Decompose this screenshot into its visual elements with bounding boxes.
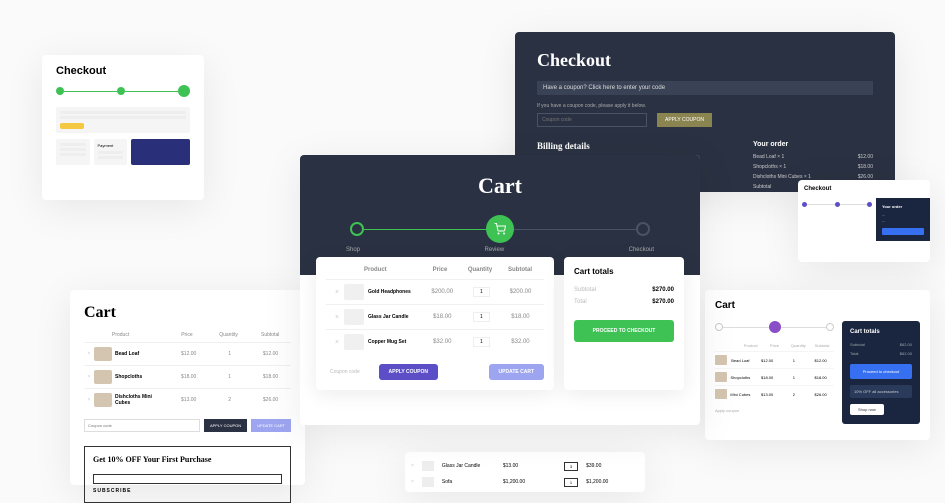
apply-coupon-link[interactable]: Apply coupon: [715, 408, 834, 413]
page-title: Cart: [84, 304, 291, 322]
email-input[interactable]: [93, 474, 282, 484]
product-thumb: [344, 309, 364, 325]
coupon-notice[interactable]: Have a coupon? Click here to enter your …: [537, 81, 873, 95]
remove-icon[interactable]: ×: [84, 351, 94, 357]
cart-light: Cart ProductPriceQuantitySubtotal ×Bead …: [70, 290, 305, 485]
cart-icon: [486, 215, 514, 243]
coupon-input[interactable]: [84, 419, 200, 432]
update-cart-button[interactable]: UPDATE CART: [489, 364, 544, 380]
table-row: ×Glass Jar Candle$13.003$39.00: [411, 458, 639, 474]
shop-now-button[interactable]: Shop now: [850, 404, 884, 415]
cart-totals: Cart totals Subtotal$270.00 Total$270.00…: [564, 257, 684, 390]
remove-icon[interactable]: ×: [84, 397, 94, 403]
apply-coupon-button[interactable]: APPLY COUPON: [204, 419, 247, 432]
cart-table: ProductPriceQuantitySubtotal ×Gold Headp…: [316, 257, 554, 390]
page-title: Checkout: [537, 50, 873, 71]
remove-icon[interactable]: ×: [84, 374, 94, 380]
table-row: ×Gold Headphones$200.001$200.00: [326, 279, 544, 304]
table-row: ×Glass Jar Candle$18.001$18.00: [326, 304, 544, 329]
apply-coupon-button[interactable]: APPLY COUPON: [657, 113, 712, 127]
subscribe-button[interactable]: SUBSCRIBE: [93, 488, 282, 494]
step-indicator: [56, 85, 190, 97]
order-summary-dark: [131, 139, 190, 165]
table-row: Shopcloths$18.001$18.00: [715, 368, 834, 385]
page-title: Cart: [715, 300, 920, 311]
submit-button[interactable]: [60, 123, 84, 129]
cart-compact: Cart ProductPriceQuantitySubtotal Bead L…: [705, 290, 930, 440]
page-title: Checkout: [56, 65, 190, 77]
step-indicator: [715, 321, 834, 333]
checkout-mini-dark: Checkout Your order——: [798, 180, 930, 262]
checkout-button[interactable]: Proceed to checkout: [850, 364, 912, 379]
qty-input[interactable]: 1: [473, 287, 490, 297]
place-order-button[interactable]: [882, 228, 924, 235]
page-title: Cart: [300, 173, 700, 199]
step-indicator: [300, 215, 700, 243]
table-row: ×Sofa$1,200.001$1,200.00: [411, 474, 639, 490]
remove-icon[interactable]: ×: [411, 479, 414, 485]
qty-input[interactable]: 1: [473, 337, 490, 347]
promo-banner: 10% OFF all accessories: [850, 385, 912, 398]
remove-icon[interactable]: ×: [330, 314, 344, 321]
table-row: Bead Loaf$12.001$12.00: [715, 351, 834, 368]
update-cart-button[interactable]: UPDATE CART: [251, 419, 291, 432]
product-thumb: [344, 334, 364, 350]
cart-totals: Cart totals Subtotal$62.00 Total$62.00 P…: [842, 321, 920, 424]
checkout-mini-light: Checkout Payment: [42, 55, 204, 200]
table-row: Mini Cubes$13.002$26.00: [715, 385, 834, 402]
remove-icon[interactable]: ×: [411, 463, 414, 469]
billing-title: Billing details: [537, 141, 733, 151]
coupon-input[interactable]: Coupon code: [326, 369, 373, 375]
apply-coupon-button[interactable]: APPLY COUPON: [379, 364, 438, 380]
checkout-button[interactable]: PROCEED TO CHECKOUT: [574, 320, 674, 342]
coupon-input[interactable]: [537, 113, 647, 127]
promo-box: Get 10% OFF Your First Purchase SUBSCRIB…: [84, 446, 291, 503]
remove-icon[interactable]: ×: [330, 339, 344, 346]
table-row: ×Shopcloths$18.001$18.00: [84, 365, 291, 388]
table-row: ×Copper Mug Set$32.001$32.00: [326, 329, 544, 354]
order-summary: Your order——: [876, 198, 930, 241]
cart-main: Cart ShopReviewCheckout ProductPriceQuan…: [300, 155, 700, 425]
cart-snippet: ×Glass Jar Candle$13.003$39.00 ×Sofa$1,2…: [405, 452, 645, 492]
remove-icon[interactable]: ×: [330, 289, 344, 296]
table-row: ×Bead Loaf$12.001$12.00: [84, 342, 291, 365]
qty-input[interactable]: 1: [473, 312, 490, 322]
product-thumb: [344, 284, 364, 300]
table-row: ×Dishcloths Mini Cubes$13.002$26.00: [84, 388, 291, 411]
